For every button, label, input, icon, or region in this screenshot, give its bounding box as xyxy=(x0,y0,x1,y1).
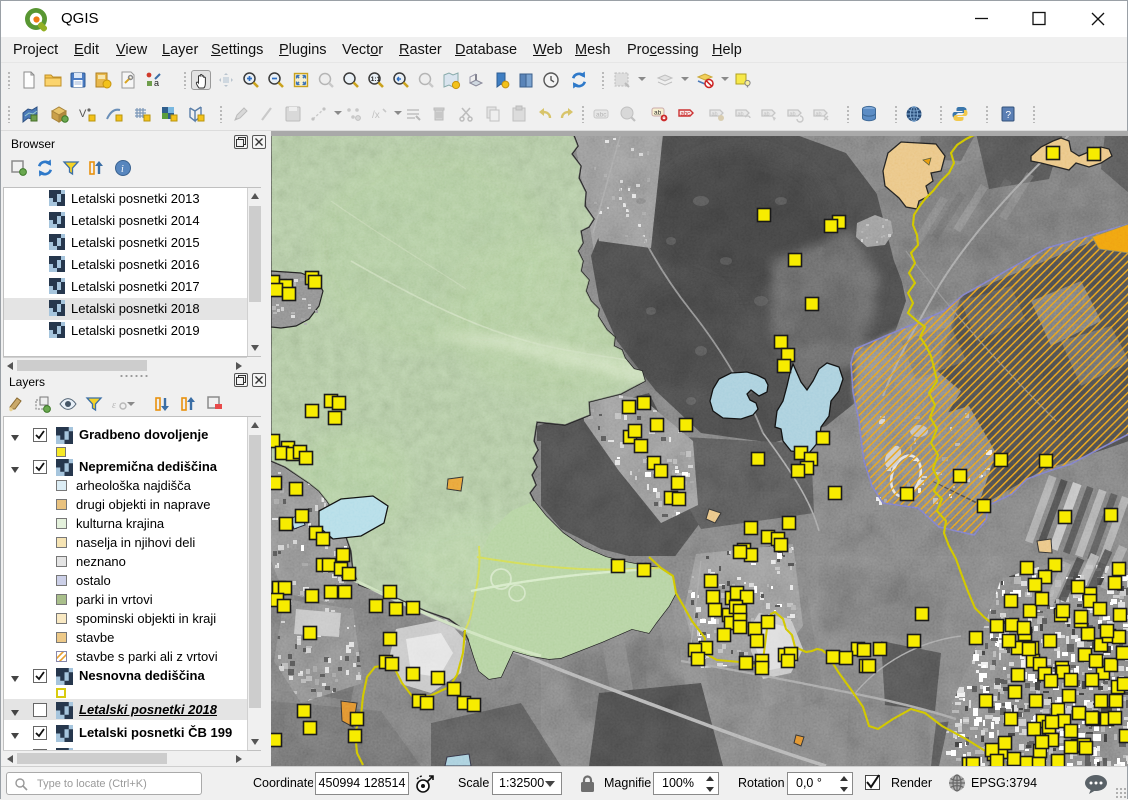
svg-text:V: V xyxy=(79,108,87,120)
svg-text:ε: ε xyxy=(112,400,116,411)
svg-text:abc: abc xyxy=(596,112,607,119)
svg-text:ab: ab xyxy=(712,111,718,117)
svg-text:/x: /x xyxy=(372,110,380,121)
svg-text:ab: ab xyxy=(738,111,744,117)
svg-text:?: ? xyxy=(1006,110,1012,121)
svg-text:ab: ab xyxy=(654,110,662,117)
svg-text:ab: ab xyxy=(816,111,822,117)
svg-text:i: i xyxy=(121,164,124,175)
svg-text:a: a xyxy=(154,78,159,88)
svg-text:abc: abc xyxy=(681,112,691,118)
svg-text:1:1: 1:1 xyxy=(371,76,381,83)
svg-text:ab: ab xyxy=(764,111,770,117)
svg-text:ab: ab xyxy=(790,111,796,117)
